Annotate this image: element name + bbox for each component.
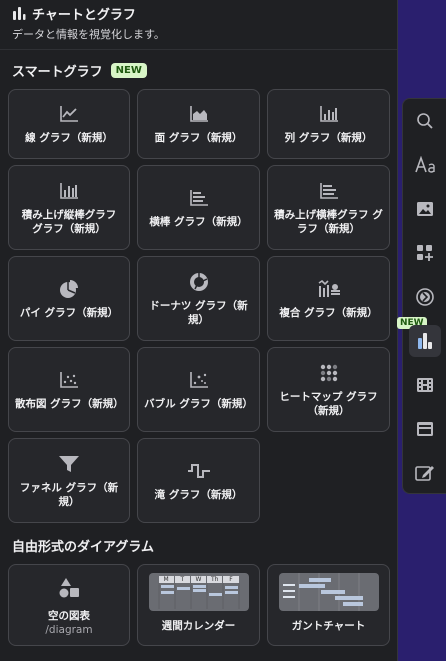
column-chart-icon <box>319 103 339 125</box>
heatmap-icon <box>319 362 339 384</box>
bar-chart-card[interactable]: 横棒 グラフ（新規） <box>137 165 260 250</box>
card-label: 滝 グラフ（新規） <box>154 488 243 501</box>
text-icon[interactable] <box>409 149 441 181</box>
calendar-day-label: M <box>158 576 174 583</box>
pie-chart-icon <box>59 278 79 300</box>
toggle-icon[interactable] <box>409 281 441 313</box>
chart-icon[interactable] <box>409 325 441 357</box>
stacked-column-icon <box>59 180 79 202</box>
card-label: ファネル グラフ（新規） <box>19 481 119 508</box>
blank-diagram-card[interactable]: 空の図表 /diagram <box>8 564 130 646</box>
calendar-day-label: Th <box>207 576 223 583</box>
calendar-day-label: T <box>174 576 190 583</box>
stacked-bar-icon <box>319 180 339 202</box>
line-chart-icon <box>59 103 79 125</box>
chart-icon <box>12 7 26 20</box>
scatter-chart-card[interactable]: 散布図 グラフ（新規） <box>8 347 130 432</box>
charts-panel: チャートとグラフ データと情報を視覚化します。 スマートグラフ NEW 線 グラ… <box>0 0 398 661</box>
search-icon[interactable] <box>409 105 441 137</box>
card-label: ヒートマップ グラフ（新規） <box>279 390 378 417</box>
video-icon[interactable] <box>409 369 441 401</box>
new-badge: NEW <box>110 62 147 78</box>
panel-title: チャートとグラフ <box>12 4 385 23</box>
funnel-chart-icon <box>58 453 80 475</box>
card-label: ドーナツ グラフ（新規） <box>149 299 248 326</box>
line-chart-card[interactable]: 線 グラフ（新規） <box>8 89 130 159</box>
card-label: 空の図表 <box>48 610 90 622</box>
card-label: 散布図 グラフ（新規） <box>15 397 124 410</box>
section-title-text: 自由形式のダイアグラム <box>12 539 154 555</box>
column-chart-card[interactable]: 列 グラフ（新規） <box>267 89 390 159</box>
edit-icon[interactable] <box>409 457 441 489</box>
donut-chart-icon <box>189 271 209 293</box>
panel-subtitle: データと情報を視覚化します。 <box>12 28 165 41</box>
add-component-icon[interactable] <box>409 237 441 269</box>
stacked-column-card[interactable]: 積み上げ縦棒グラフ グラフ（新規） <box>8 165 130 250</box>
embed-icon[interactable] <box>409 413 441 445</box>
smart-graph-section-title: スマートグラフ NEW <box>0 60 397 80</box>
area-chart-card[interactable]: 面 グラフ（新規） <box>137 89 260 159</box>
heatmap-card[interactable]: ヒートマップ グラフ（新規） <box>267 347 390 432</box>
calendar-day-label: W <box>190 576 207 583</box>
right-toolbar: NEW <box>397 98 446 494</box>
pie-chart-card[interactable]: パイ グラフ（新規） <box>8 256 130 341</box>
card-label: ガントチャート <box>291 620 366 632</box>
card-label: 複合 グラフ（新規） <box>279 306 378 319</box>
bubble-chart-card[interactable]: バブル グラフ（新規） <box>137 347 260 432</box>
bubble-chart-icon <box>189 369 209 391</box>
panel-header: チャートとグラフ データと情報を視覚化します。 <box>0 0 397 50</box>
image-icon[interactable] <box>409 193 441 225</box>
area-chart-icon <box>189 103 209 125</box>
gantt-thumbnail <box>278 573 379 611</box>
donut-chart-card[interactable]: ドーナツ グラフ（新規） <box>137 256 260 341</box>
calendar-day-label: F <box>223 576 239 583</box>
freeform-section-title: 自由形式のダイアグラム <box>0 535 397 555</box>
weekly-calendar-card[interactable]: M T W Th F 週間カレンダー <box>137 564 260 646</box>
gantt-chart-card[interactable]: ガントチャート <box>267 564 390 646</box>
panel-title-text: チャートとグラフ <box>32 8 136 23</box>
bar-chart-icon <box>189 187 209 209</box>
card-label: 列 グラフ（新規） <box>284 132 373 144</box>
waterfall-chart-card[interactable]: 滝 グラフ（新規） <box>137 438 260 523</box>
calendar-thumbnail: M T W Th F <box>148 573 249 611</box>
card-label: 積み上げ縦棒グラフ グラフ（新規） <box>21 208 117 235</box>
scatter-chart-icon <box>59 369 79 391</box>
card-label: 線 グラフ（新規） <box>25 132 113 144</box>
waterfall-chart-icon <box>187 460 211 482</box>
funnel-chart-card[interactable]: ファネル グラフ（新規） <box>8 438 130 523</box>
card-label: 面 グラフ（新規） <box>154 132 243 144</box>
shapes-icon <box>58 573 80 603</box>
card-label: バブル グラフ（新規） <box>144 397 253 410</box>
section-title-text: スマートグラフ <box>12 64 103 80</box>
card-command: /diagram <box>45 624 93 636</box>
card-label: 週間カレンダー <box>161 620 236 632</box>
card-label: 横棒 グラフ（新規） <box>149 215 248 228</box>
card-label: パイ グラフ（新規） <box>19 306 119 319</box>
stacked-bar-card[interactable]: 積み上げ横棒グラフ グラフ（新規） <box>267 165 390 250</box>
card-label: 積み上げ横棒グラフ グラフ（新規） <box>274 208 383 235</box>
combo-chart-icon <box>317 278 341 300</box>
combo-chart-card[interactable]: 複合 グラフ（新規） <box>267 256 390 341</box>
